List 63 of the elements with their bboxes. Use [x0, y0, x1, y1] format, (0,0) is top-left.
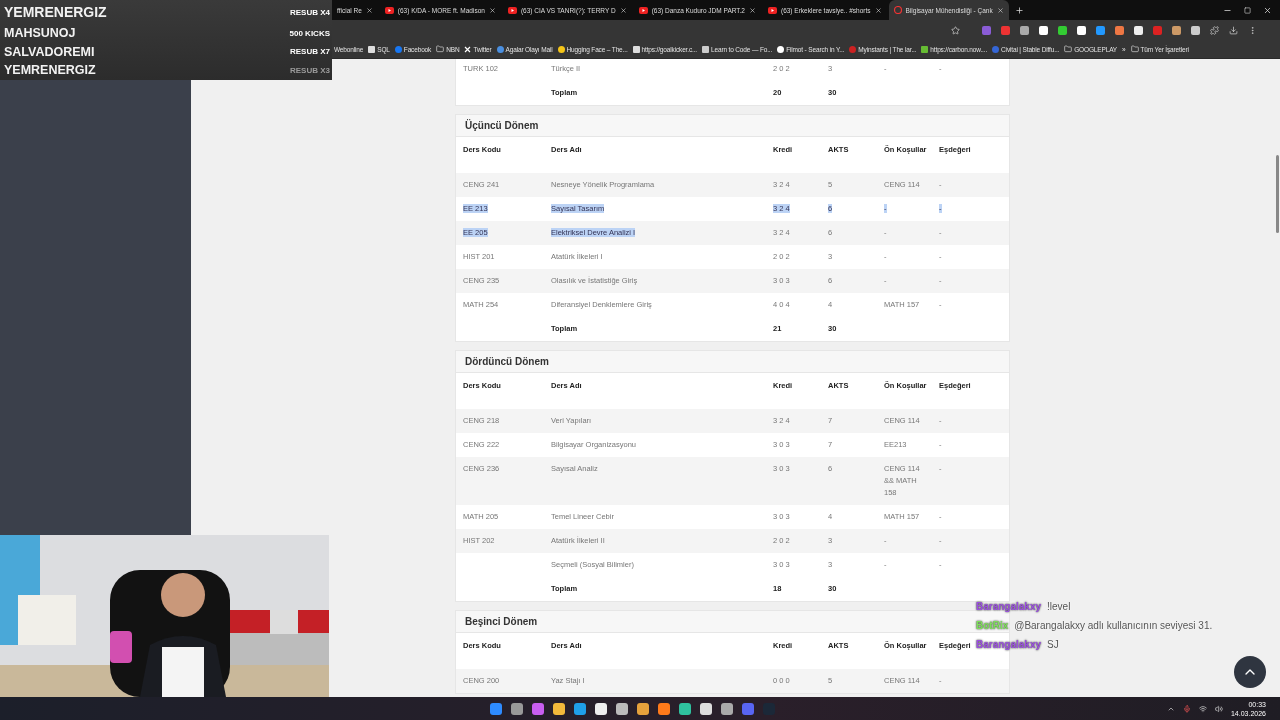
site-icon [777, 45, 785, 53]
site-icon [394, 45, 402, 53]
scrollbar-thumb[interactable] [1276, 155, 1279, 233]
folder-icon [436, 45, 445, 53]
taskbar-app-icon[interactable] [511, 702, 523, 715]
video-icon [384, 6, 394, 14]
site-icon [992, 45, 1000, 53]
taskbar-app-icon[interactable] [616, 702, 628, 715]
semester-title: Üçüncü Dönem [456, 115, 1009, 137]
alert-label: 500 KICKS [289, 28, 330, 38]
close-icon[interactable] [748, 6, 756, 14]
site-icon [849, 45, 857, 53]
taskbar-app-icon[interactable] [700, 702, 712, 715]
chat-message: !level [1047, 600, 1071, 614]
taskbar-app-icon[interactable] [637, 702, 649, 715]
taskbar-app-icon[interactable] [553, 702, 565, 715]
network-icon[interactable] [1198, 704, 1207, 713]
alert-label: RESUB X3 [290, 66, 330, 75]
site-icon [702, 45, 709, 53]
smiley-icon [557, 45, 565, 53]
new-tab-icon[interactable] [1014, 5, 1024, 15]
menu-icon[interactable] [1248, 25, 1257, 35]
chat-message: SJ [1047, 638, 1059, 652]
folder-icon [1130, 45, 1139, 53]
taskbar-app-icon[interactable] [658, 702, 670, 715]
close-icon[interactable] [619, 6, 627, 14]
maximize-icon[interactable] [1244, 6, 1251, 14]
microphone-icon[interactable] [1182, 704, 1191, 713]
chat-message: @Barangalakxy adlı kullanıcının seviyesi 31. [1014, 619, 1213, 633]
extensions-icon[interactable] [1210, 25, 1219, 35]
bookmark-star-icon[interactable] [951, 25, 960, 35]
site-icon [496, 45, 504, 53]
taskbar-app-icon[interactable] [574, 702, 586, 715]
close-icon[interactable] [488, 6, 496, 14]
alert-name: YEMRENERGIZ [4, 4, 107, 20]
site-icon [921, 45, 929, 53]
taskbar-app-icon[interactable] [679, 702, 691, 715]
chat-username: BotRix [976, 619, 1009, 633]
x-logo-icon [464, 45, 472, 53]
close-icon[interactable] [365, 6, 373, 14]
taskbar-app-icon[interactable] [595, 702, 607, 715]
alert-label: RESUB X4 [290, 7, 330, 17]
video-icon [638, 6, 648, 14]
scroll-to-top-button[interactable] [1234, 656, 1266, 688]
close-icon[interactable] [996, 6, 1004, 14]
globe-icon [893, 6, 902, 14]
site-icon [368, 45, 376, 53]
video-icon [507, 6, 517, 14]
alert-label: RESUB X7 [290, 47, 330, 57]
taskbar-app-icon[interactable] [721, 702, 733, 715]
chat-username: Barangalakxy [976, 600, 1042, 614]
video-icon [767, 6, 777, 14]
close-icon[interactable] [874, 6, 882, 14]
alert-name: SALVADOREMI [4, 44, 95, 59]
folder-icon [1064, 45, 1073, 53]
alert-name: MAHSUNOJ [4, 26, 76, 41]
volume-icon[interactable] [1214, 704, 1223, 713]
chat-username: Barangalakxy [976, 638, 1042, 652]
alert-name: YEMRENERGIZ [4, 63, 96, 78]
close-icon[interactable] [1263, 5, 1272, 15]
semester-title: Dördüncü Dönem [456, 351, 1009, 373]
site-icon [632, 45, 640, 53]
download-icon[interactable] [1229, 25, 1238, 35]
